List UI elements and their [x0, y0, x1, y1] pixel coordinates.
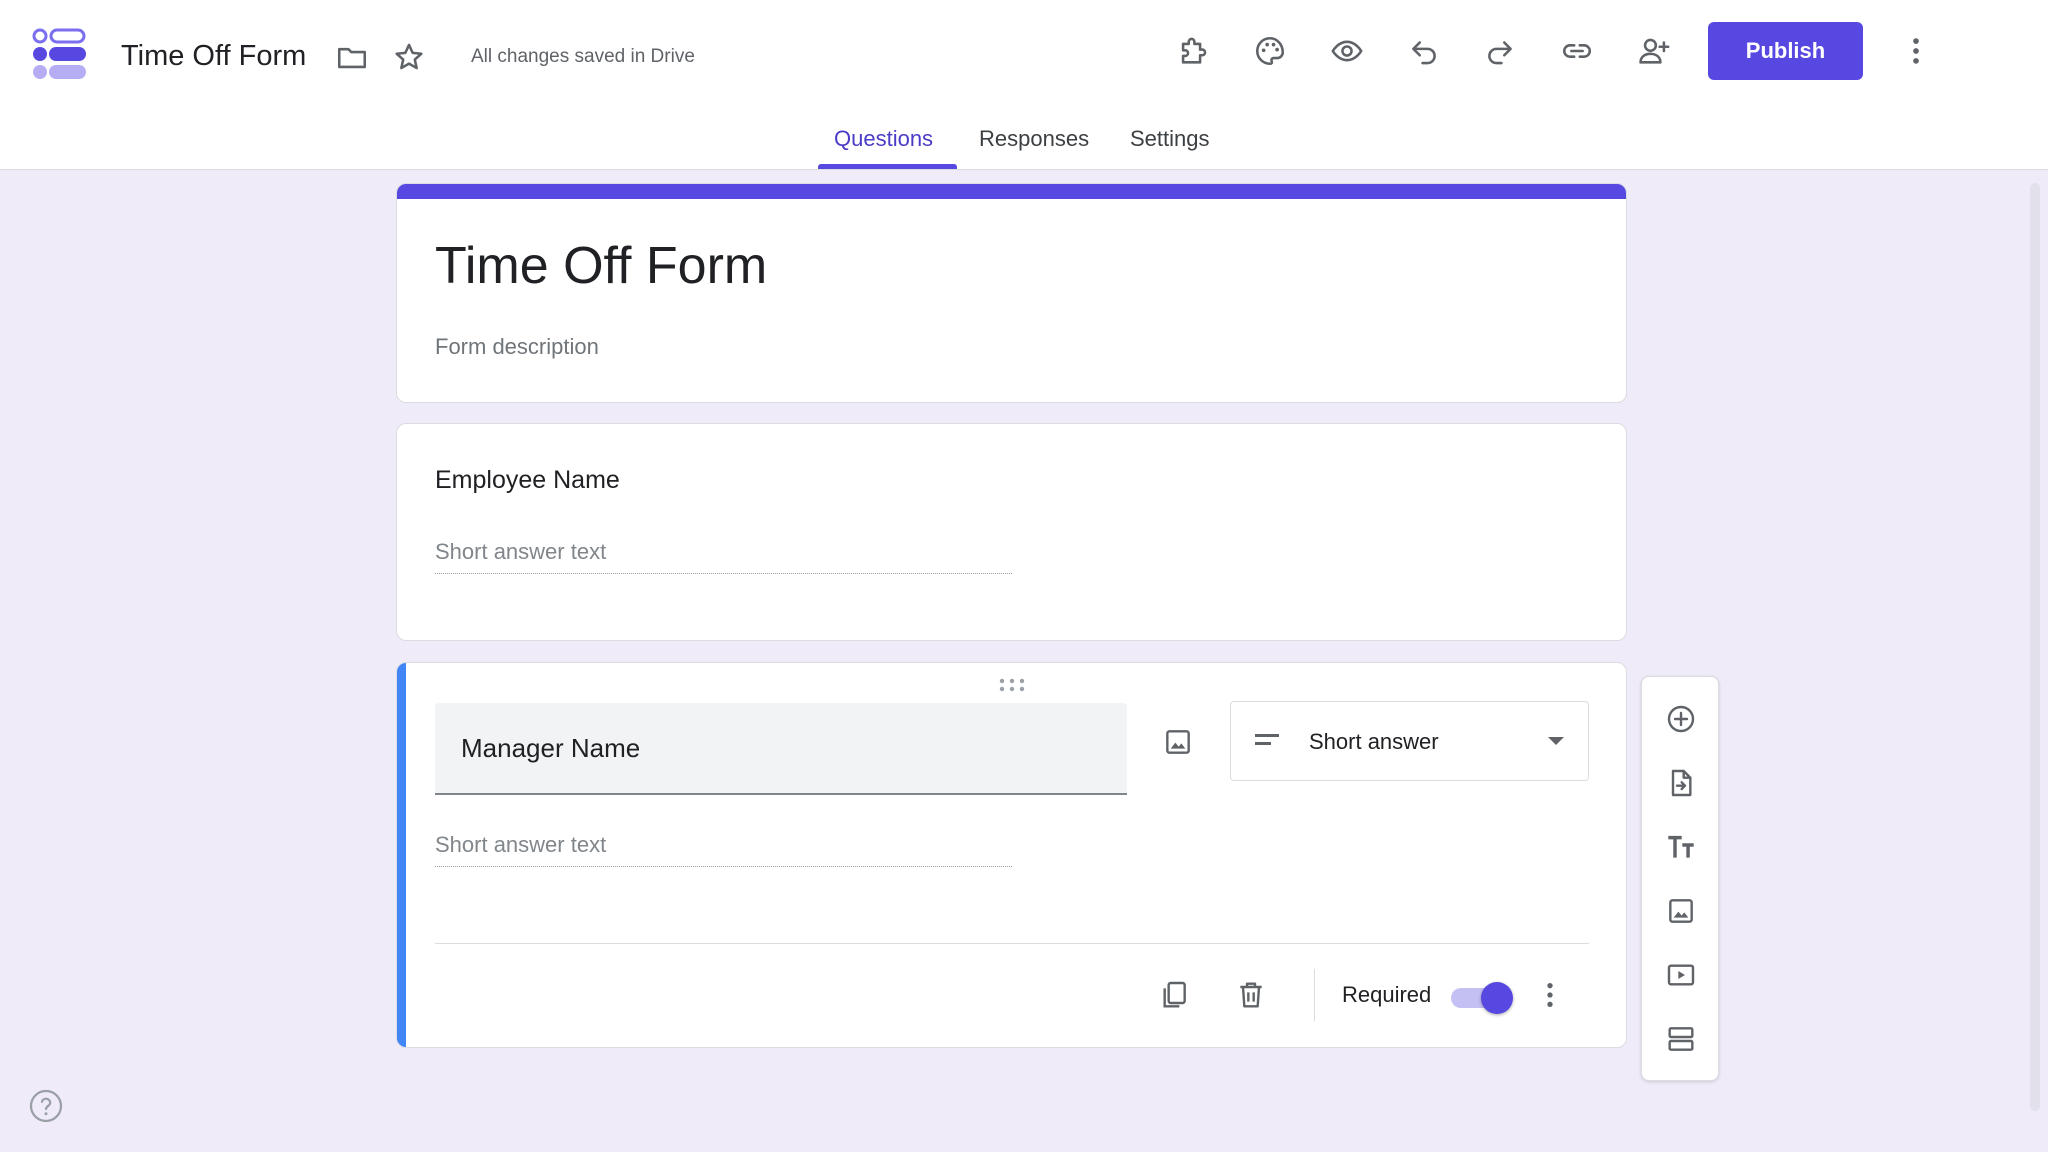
folder-icon[interactable]	[330, 35, 374, 79]
import-questions-icon[interactable]	[1659, 761, 1703, 805]
short-answer-type-icon	[1255, 734, 1279, 745]
question-title: Employee Name	[435, 466, 620, 494]
add-image-icon[interactable]	[1659, 889, 1703, 933]
form-description-field[interactable]: Form description	[435, 334, 599, 360]
required-toggle[interactable]	[1451, 982, 1513, 1014]
forms-logo-icon[interactable]	[32, 28, 88, 80]
add-question-icon[interactable]	[1659, 697, 1703, 741]
question-card-employee-name[interactable]: Employee Name Short answer text	[396, 423, 1627, 641]
tab-settings[interactable]: Settings	[1130, 126, 1210, 176]
short-answer-placeholder: Short answer text	[435, 832, 1012, 867]
add-video-icon[interactable]	[1659, 953, 1703, 997]
active-question-indicator	[397, 663, 406, 1047]
toggle-thumb	[1481, 982, 1513, 1014]
delete-question-icon[interactable]	[1229, 973, 1273, 1017]
star-icon[interactable]	[387, 35, 431, 79]
question-footer-divider	[435, 943, 1589, 944]
link-icon[interactable]	[1555, 29, 1599, 73]
document-title[interactable]: Time Off Form	[121, 38, 306, 74]
floating-side-toolbar	[1641, 676, 1719, 1081]
required-label: Required	[1342, 982, 1432, 1007]
add-collaborator-icon[interactable]	[1632, 29, 1676, 73]
add-image-icon[interactable]	[1156, 720, 1200, 764]
help-icon[interactable]	[28, 1088, 64, 1124]
save-status: All changes saved in Drive	[471, 46, 695, 67]
question-more-options-icon[interactable]	[1528, 973, 1572, 1017]
page-scrollbar[interactable]	[2030, 183, 2040, 1111]
addon-puzzle-icon[interactable]	[1171, 29, 1215, 73]
undo-icon[interactable]	[1402, 29, 1446, 73]
form-title[interactable]: Time Off Form	[435, 236, 767, 296]
active-tab-indicator	[818, 164, 957, 169]
redo-icon[interactable]	[1478, 29, 1522, 73]
add-title-icon[interactable]	[1659, 825, 1703, 869]
duplicate-question-icon[interactable]	[1152, 973, 1196, 1017]
more-vert-icon[interactable]	[1894, 29, 1938, 73]
chevron-down-icon	[1548, 737, 1564, 745]
footer-vertical-divider	[1314, 969, 1315, 1021]
question-type-label: Short answer	[1309, 729, 1439, 754]
title-card-accent	[397, 184, 1626, 199]
drag-handle-icon[interactable]	[997, 677, 1027, 693]
question-card-manager-name[interactable]: Manager Name Short answer Short answer t…	[396, 662, 1627, 1048]
question-type-dropdown[interactable]: Short answer	[1230, 701, 1589, 781]
app-header: Time Off Form All changes saved in Drive…	[0, 0, 2048, 170]
palette-icon[interactable]	[1248, 29, 1292, 73]
tab-responses[interactable]: Responses	[979, 126, 1089, 176]
question-title-input[interactable]: Manager Name	[435, 703, 1127, 795]
preview-eye-icon[interactable]	[1325, 29, 1369, 73]
publish-button[interactable]: Publish	[1708, 22, 1863, 80]
short-answer-placeholder: Short answer text	[435, 539, 1012, 574]
question-title-value: Manager Name	[461, 733, 641, 763]
add-section-icon[interactable]	[1659, 1017, 1703, 1061]
form-title-card[interactable]: Time Off Form Form description	[396, 183, 1627, 403]
